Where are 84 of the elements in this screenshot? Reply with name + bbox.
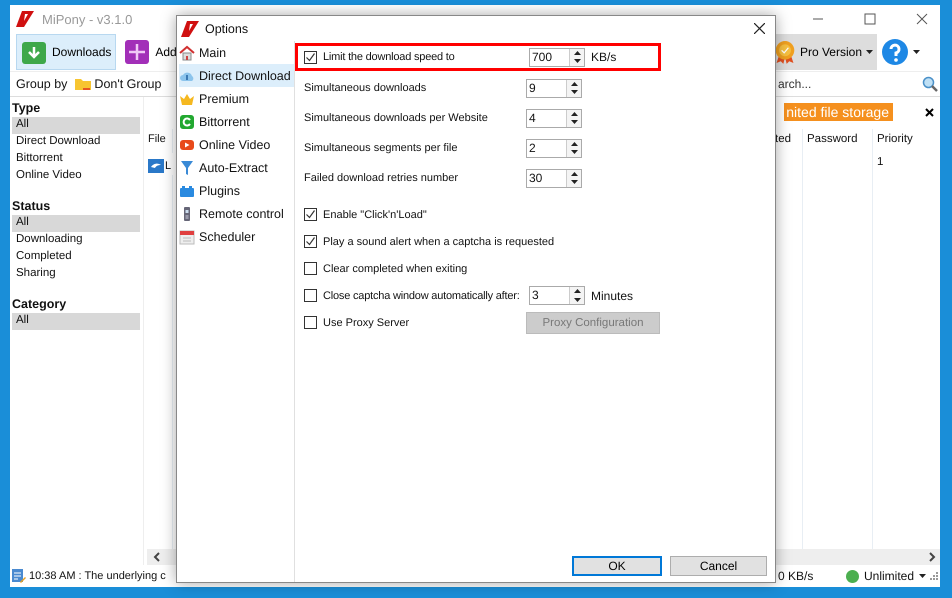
toolbar-button[interactable]: Add — [120, 34, 177, 70]
toolbar-button[interactable]: Downloads — [16, 34, 116, 70]
table-cell-text: 1 — [876, 155, 884, 170]
checkbox-label[interactable]: Use Proxy Server — [323, 316, 410, 328]
setting-label: Simultaneous downloads — [304, 82, 428, 94]
setting-label: Simultaneous downloads per Website — [304, 112, 489, 124]
dialog-button[interactable]: OK — [572, 556, 662, 576]
caret-icon — [866, 50, 873, 54]
group-by-dropdown[interactable]: Don't Group — [75, 77, 162, 91]
close-icon[interactable] — [925, 108, 934, 116]
filter-item[interactable]: All — [12, 117, 140, 134]
file-icon — [148, 158, 164, 172]
calendar-icon — [179, 228, 195, 244]
checkbox[interactable] — [304, 262, 317, 275]
category-item[interactable]: Plugins — [179, 179, 294, 202]
close-icon[interactable] — [754, 23, 765, 34]
number-spinner[interactable]: 3 — [529, 286, 585, 305]
caret-icon[interactable] — [913, 50, 920, 54]
table-cell: L — [165, 160, 172, 172]
dialog-button[interactable]: Cancel — [670, 556, 767, 576]
category-item[interactable]: Main — [179, 41, 294, 64]
search-field[interactable]: arch... — [778, 77, 898, 91]
category-item[interactable]: Premium — [179, 87, 294, 110]
torrent-logo-icon — [179, 114, 195, 130]
house-icon — [179, 44, 195, 60]
section-heading: Type — [12, 101, 42, 117]
column-header[interactable]: File — [147, 129, 173, 153]
close-icon[interactable] — [916, 13, 928, 25]
scroll-left-icon[interactable] — [153, 552, 161, 562]
filter-item[interactable]: Downloading — [12, 232, 140, 249]
scroll-right-icon[interactable] — [928, 552, 936, 562]
filter-item[interactable]: Completed — [12, 249, 140, 266]
group-by-label: Group by — [16, 77, 68, 91]
resize-grip-icon[interactable] — [930, 572, 938, 580]
checkbox[interactable] — [304, 289, 317, 302]
category-item[interactable]: Scheduler — [179, 225, 294, 248]
category-item[interactable]: Bittorrent — [179, 110, 294, 133]
number-spinner[interactable]: 4 — [526, 108, 582, 128]
category-item[interactable]: Remote control — [179, 202, 294, 225]
number-spinner[interactable]: 30 — [526, 168, 582, 188]
speed-text: 0 KB/s — [778, 569, 814, 583]
category-item[interactable]: Auto-Extract — [179, 156, 294, 179]
folder-icon — [75, 78, 92, 90]
checkbox-label[interactable]: Close captcha window automatically after: — [323, 290, 520, 302]
unit-label: Minutes — [591, 288, 634, 302]
plus-icon — [124, 39, 150, 65]
column-header[interactable]: Password — [803, 129, 873, 153]
category-item[interactable]: Direct Download — [179, 64, 294, 87]
filter-item[interactable]: All — [12, 313, 140, 330]
dialog-title: Options — [205, 22, 248, 36]
checkbox-label[interactable]: Play a sound alert when a captcha is requested — [323, 236, 554, 248]
number-spinner[interactable]: 9 — [526, 78, 582, 98]
section-heading: Category — [12, 297, 68, 313]
checkbox[interactable] — [304, 50, 317, 64]
checkbox-label[interactable]: Enable "Click'n'Load" — [323, 208, 427, 220]
help-icon[interactable] — [881, 38, 909, 66]
checkbox[interactable] — [304, 316, 317, 329]
filter-item[interactable]: Direct Download — [12, 134, 140, 151]
funnel-icon — [179, 160, 195, 176]
filter-item[interactable]: Sharing — [12, 266, 140, 283]
logo-icon — [16, 11, 34, 27]
setting-label: Failed download retries number — [304, 172, 460, 184]
search-icon[interactable] — [922, 76, 938, 92]
caret-icon — [919, 574, 926, 578]
unit-label: KB/s — [591, 50, 616, 64]
status-message: 10:38 AM : The underlying c — [29, 570, 166, 582]
filter-item[interactable]: All — [12, 215, 140, 232]
window-title: MiPony - v3.1.0 — [42, 12, 132, 26]
speed-limit-dropdown[interactable]: Unlimited — [846, 569, 926, 583]
setting-label: Simultaneous segments per file — [304, 142, 458, 154]
column-header[interactable]: Priority — [873, 129, 940, 153]
filter-item[interactable]: Bittorrent — [12, 151, 140, 168]
checkbox[interactable] — [304, 208, 317, 221]
maximize-icon[interactable] — [864, 13, 876, 25]
checkbox-label[interactable]: Clear completed when exiting — [323, 262, 468, 274]
checkbox-label[interactable]: Limit the download speed to — [323, 51, 455, 63]
category-item[interactable]: Online Video — [179, 133, 294, 156]
checkbox[interactable] — [304, 235, 317, 248]
section-heading: Status — [12, 199, 52, 215]
logo-icon — [181, 20, 199, 36]
download-icon — [21, 39, 47, 65]
number-spinner[interactable]: 700 — [529, 48, 585, 66]
filter-item[interactable]: Online Video — [12, 168, 140, 185]
number-spinner[interactable]: 2 — [526, 138, 582, 158]
